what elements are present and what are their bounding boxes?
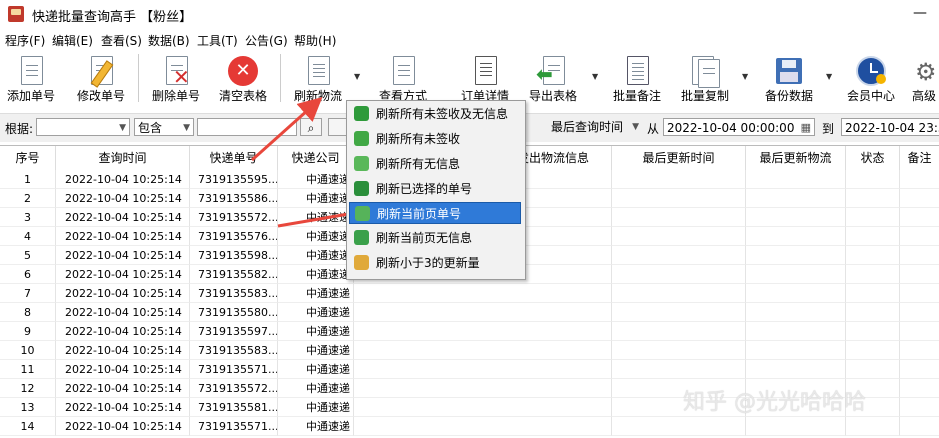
refresh-icon xyxy=(354,131,369,146)
refresh-context-menu: 刷新所有未签收及无信息 刷新所有未签收 刷新所有无信息 刷新已选择的单号 刷新当… xyxy=(346,100,526,280)
menu-item-label: 刷新当前页单号 xyxy=(377,207,462,221)
arrow-to-refresh-button xyxy=(251,97,323,162)
watermark: 知乎 @光光哈哈哈 xyxy=(683,390,866,415)
refresh-page-icon xyxy=(355,206,370,221)
menu-item-label: 刷新所有未签收 xyxy=(376,132,461,146)
menu-item-label: 刷新小于3的更新量 xyxy=(376,256,480,270)
menu-item-label: 刷新当前页无信息 xyxy=(376,231,473,245)
menu-item-label: 刷新所有无信息 xyxy=(376,157,461,171)
refresh-icon xyxy=(354,181,369,196)
menu-item-label: 刷新所有未签收及无信息 xyxy=(376,107,509,121)
menu-item-refresh-current-page[interactable]: 刷新当前页单号 xyxy=(349,202,521,224)
menu-item-refresh-current-page-empty[interactable]: 刷新当前页无信息 xyxy=(349,227,521,249)
hourglass-icon xyxy=(354,255,369,270)
menu-item-refresh-low-update[interactable]: 刷新小于3的更新量 xyxy=(349,252,521,274)
menu-item-refresh-selected[interactable]: 刷新已选择的单号 xyxy=(349,178,521,200)
refresh-icon xyxy=(354,156,369,171)
menu-item-label: 刷新已选择的单号 xyxy=(376,182,473,196)
menu-item-refresh-unsigned-and-empty[interactable]: 刷新所有未签收及无信息 xyxy=(349,103,521,125)
menu-item-refresh-unsigned[interactable]: 刷新所有未签收 xyxy=(349,128,521,150)
menu-item-refresh-empty[interactable]: 刷新所有无信息 xyxy=(349,153,521,175)
shuffle-icon xyxy=(354,230,369,245)
refresh-search-icon xyxy=(354,106,369,121)
